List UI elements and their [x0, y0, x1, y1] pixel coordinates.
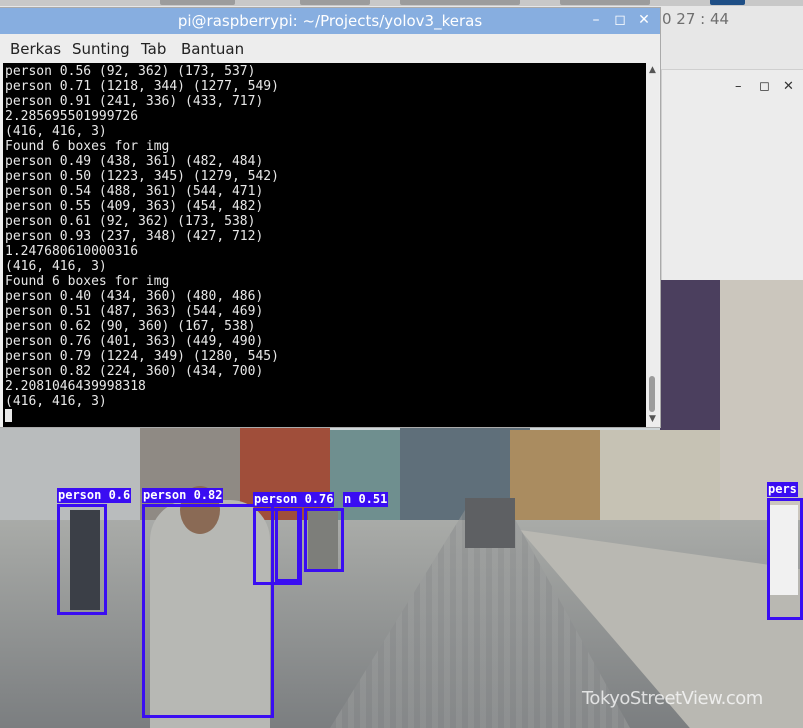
- scrollbar-thumb[interactable]: [649, 376, 655, 412]
- detection-label: n 0.51: [343, 492, 389, 507]
- scroll-down-icon[interactable]: ▼: [646, 414, 659, 424]
- terminal-line: Found 6 boxes for img: [5, 274, 170, 289]
- terminal-line: person 0.51 (487, 363) (544, 469): [5, 304, 264, 319]
- bg-close-button[interactable]: ✕: [783, 79, 794, 94]
- terminal-line: Found 6 boxes for img: [5, 139, 170, 154]
- terminal-window: pi@raspberrypi: ~/Projects/yolov3_keras …: [0, 8, 660, 427]
- clock: 0 27 : 44: [662, 10, 730, 28]
- terminal-line: person 0.93 (237, 348) (427, 712): [5, 229, 264, 244]
- detection-box: [767, 498, 803, 620]
- bg-maximize-button[interactable]: ◻: [759, 79, 770, 94]
- terminal-line: person 0.82 (224, 360) (434, 700): [5, 364, 264, 379]
- detection-label: person 0.82: [142, 488, 224, 503]
- bg-minimize-button[interactable]: –: [735, 79, 742, 94]
- terminal-line: person 0.56 (92, 362) (173, 537): [5, 64, 256, 79]
- maximize-button[interactable]: ◻: [610, 10, 630, 30]
- terminal-line: person 0.76 (401, 363) (449, 490): [5, 334, 264, 349]
- detection-label: person 0.6: [57, 488, 132, 503]
- scrollbar[interactable]: ▲ ▼: [646, 63, 659, 427]
- terminal-line: person 0.71 (1218, 344) (1277, 549): [5, 79, 279, 94]
- terminal-line: person 0.62 (90, 360) (167, 538): [5, 319, 256, 334]
- menu-bantuan[interactable]: Bantuan: [181, 40, 244, 58]
- minimize-button[interactable]: –: [586, 10, 606, 30]
- close-button[interactable]: ✕: [634, 10, 654, 30]
- top-panel: [0, 0, 803, 6]
- detection-box: [304, 508, 344, 572]
- window-title: pi@raspberrypi: ~/Projects/yolov3_keras: [177, 12, 483, 30]
- menu-berkas[interactable]: Berkas: [10, 40, 61, 58]
- terminal-line: person 0.91 (241, 336) (433, 717): [5, 94, 264, 109]
- terminal-line: 2.2081046439998318: [5, 379, 146, 394]
- taskbar-button[interactable]: [160, 0, 235, 5]
- detection-label: person 0.76: [253, 492, 335, 507]
- text-cursor: [5, 409, 12, 422]
- terminal-line: person 0.55 (409, 363) (454, 482): [5, 199, 264, 214]
- taskbar-button[interactable]: [300, 0, 370, 5]
- terminal-line: person 0.50 (1223, 345) (1279, 542): [5, 169, 279, 184]
- terminal-line: person 0.79 (1224, 349) (1280, 545): [5, 349, 279, 364]
- taskbar-button[interactable]: [560, 0, 650, 5]
- taskbar-button[interactable]: [400, 0, 520, 5]
- background-window[interactable]: [661, 69, 803, 282]
- detection-box: [57, 504, 107, 615]
- scroll-up-icon[interactable]: ▲: [646, 65, 659, 75]
- menu-sunting[interactable]: Sunting: [72, 40, 130, 58]
- terminal-line: person 0.54 (488, 361) (544, 471): [5, 184, 264, 199]
- title-bar[interactable]: pi@raspberrypi: ~/Projects/yolov3_keras …: [0, 8, 660, 34]
- terminal-output[interactable]: person 0.56 (92, 362) (173, 537) person 0…: [3, 63, 646, 427]
- terminal-line: 2.285695501999726: [5, 109, 139, 124]
- terminal-lines: person 0.56 (92, 362) (173, 537) person 0…: [5, 64, 279, 424]
- detection-box: [275, 508, 300, 582]
- terminal-line: (416, 416, 3): [5, 394, 107, 409]
- terminal-line: person 0.61 (92, 362) (173, 538): [5, 214, 256, 229]
- terminal-line: (416, 416, 3): [5, 259, 107, 274]
- menu-tab[interactable]: Tab: [141, 40, 166, 58]
- terminal-line: (416, 416, 3): [5, 124, 107, 139]
- terminal-line: person 0.40 (434, 360) (480, 486): [5, 289, 264, 304]
- terminal-line: 1.247680610000316: [5, 244, 139, 259]
- terminal-prompt-line: [5, 409, 279, 424]
- taskbar-button[interactable]: [710, 0, 745, 5]
- watermark: TokyoStreetView.com: [582, 688, 763, 709]
- terminal-line: person 0.49 (438, 361) (482, 484): [5, 154, 264, 169]
- menu-bar: Berkas Sunting Tab Bantuan: [0, 34, 660, 63]
- detection-label: pers: [767, 482, 798, 497]
